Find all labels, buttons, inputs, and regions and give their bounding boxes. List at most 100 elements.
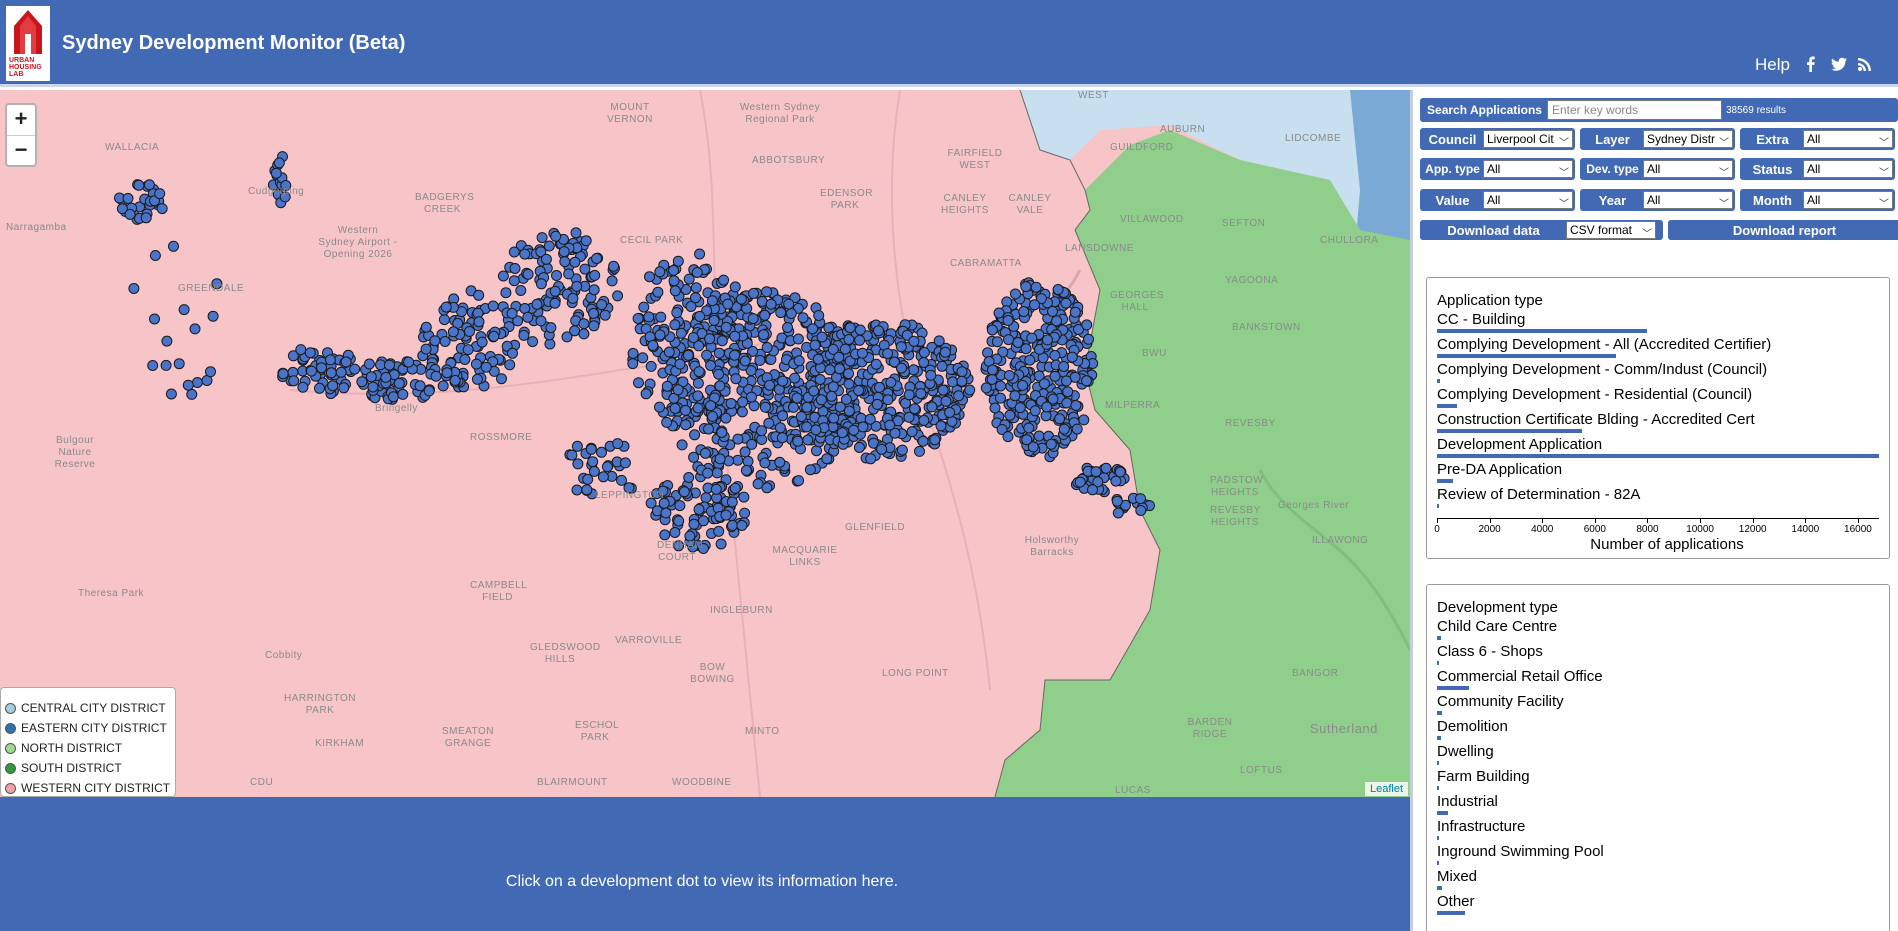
development-dot[interactable] [986,324,998,336]
development-dot[interactable] [674,358,686,370]
development-dot[interactable] [706,295,718,307]
development-dot[interactable] [295,344,307,356]
development-dot[interactable] [765,298,777,310]
development-dot[interactable] [746,391,757,403]
development-dot[interactable] [1070,400,1082,411]
development-dot[interactable] [993,307,1005,319]
development-dot[interactable] [917,435,929,447]
development-dot[interactable] [563,268,575,280]
download-data-button[interactable]: Download data [1421,221,1566,239]
development-dot[interactable] [792,435,804,447]
development-dot[interactable] [824,364,836,376]
development-dot[interactable] [438,314,450,326]
development-dot[interactable] [946,416,958,427]
development-dot[interactable] [668,275,680,287]
development-dot[interactable] [738,491,750,503]
development-dot[interactable] [349,363,361,375]
development-dot[interactable] [720,321,732,333]
development-dot[interactable] [571,484,583,496]
development-dot[interactable] [645,360,657,372]
development-dot[interactable] [720,509,732,521]
development-dot[interactable] [440,301,452,313]
development-dot[interactable] [1017,379,1029,391]
development-dot[interactable] [759,457,771,469]
development-dot[interactable] [191,377,203,388]
development-dot[interactable] [1087,484,1098,496]
development-dot[interactable] [740,464,752,476]
development-dot[interactable] [1024,354,1036,366]
development-dot[interactable] [864,413,876,425]
development-dot[interactable] [1009,390,1021,402]
development-dot[interactable] [277,368,289,380]
development-dot[interactable] [788,401,799,413]
development-dot[interactable] [597,471,609,483]
development-dot[interactable] [908,364,920,376]
development-dot[interactable] [1045,438,1057,450]
development-dot[interactable] [647,339,659,351]
development-dot[interactable] [1042,334,1053,346]
development-dot[interactable] [1078,414,1090,426]
development-dot[interactable] [1083,333,1094,345]
development-dot[interactable] [588,465,600,477]
development-dot[interactable] [761,342,773,353]
bar-row[interactable]: Community Facility [1437,693,1887,718]
development-dot[interactable] [314,382,325,394]
development-dot[interactable] [544,338,556,350]
development-dot[interactable] [1049,370,1061,382]
development-dot[interactable] [792,333,804,345]
development-dot[interactable] [551,270,562,281]
development-dot[interactable] [821,453,833,465]
development-dot[interactable] [1021,434,1033,446]
development-dot[interactable] [1003,334,1014,346]
development-dot[interactable] [714,380,726,392]
development-dot[interactable] [488,330,500,342]
development-dot[interactable] [143,179,155,191]
development-dot[interactable] [756,425,767,437]
development-dot[interactable] [669,527,681,538]
development-dot[interactable] [661,380,673,392]
development-dot[interactable] [535,278,547,290]
development-dot[interactable] [908,335,920,347]
development-dot[interactable] [363,358,375,370]
development-dot[interactable] [205,366,216,378]
development-dot[interactable] [1114,466,1126,478]
development-dot[interactable] [654,266,666,278]
map-view[interactable]: WALLACIA MOUNT VERNON Western Sydney Reg… [0,90,1410,797]
development-dot[interactable] [906,426,918,438]
development-dot[interactable] [933,335,945,347]
development-dot[interactable] [558,246,570,258]
dev-type-select[interactable]: All ﹀ [1643,160,1733,178]
development-dot[interactable] [915,388,927,400]
development-dot[interactable] [612,438,624,450]
development-dot[interactable] [160,359,172,371]
development-dot[interactable] [1049,350,1061,361]
development-dot[interactable] [812,353,824,365]
development-dot[interactable] [935,420,947,432]
year-select[interactable]: All ﹀ [1643,191,1733,209]
district-map[interactable] [0,90,1410,797]
development-dot[interactable] [726,519,738,531]
development-dot[interactable] [777,410,789,422]
development-dot[interactable] [1038,378,1050,390]
development-dot[interactable] [561,331,573,343]
development-dot[interactable] [857,421,869,433]
value-select[interactable]: All ﹀ [1483,191,1573,209]
development-dot[interactable] [644,271,655,283]
development-dot[interactable] [601,461,613,473]
search-input[interactable]: Enter key words [1547,100,1722,120]
development-dot[interactable] [929,434,941,446]
development-dot[interactable] [616,474,627,486]
development-dot[interactable] [543,240,555,252]
development-dot[interactable] [619,457,631,469]
status-select[interactable]: All ﹀ [1803,160,1893,178]
development-dot[interactable] [536,232,548,244]
development-dot[interactable] [776,432,788,444]
development-dot[interactable] [273,157,285,169]
development-dot[interactable] [1058,361,1070,372]
development-dot[interactable] [884,419,896,431]
development-dot[interactable] [566,449,578,461]
development-dot[interactable] [705,360,717,371]
bar-row[interactable]: CC - Building [1437,311,1887,336]
development-dot[interactable] [1074,476,1086,488]
development-dot[interactable] [729,330,741,342]
